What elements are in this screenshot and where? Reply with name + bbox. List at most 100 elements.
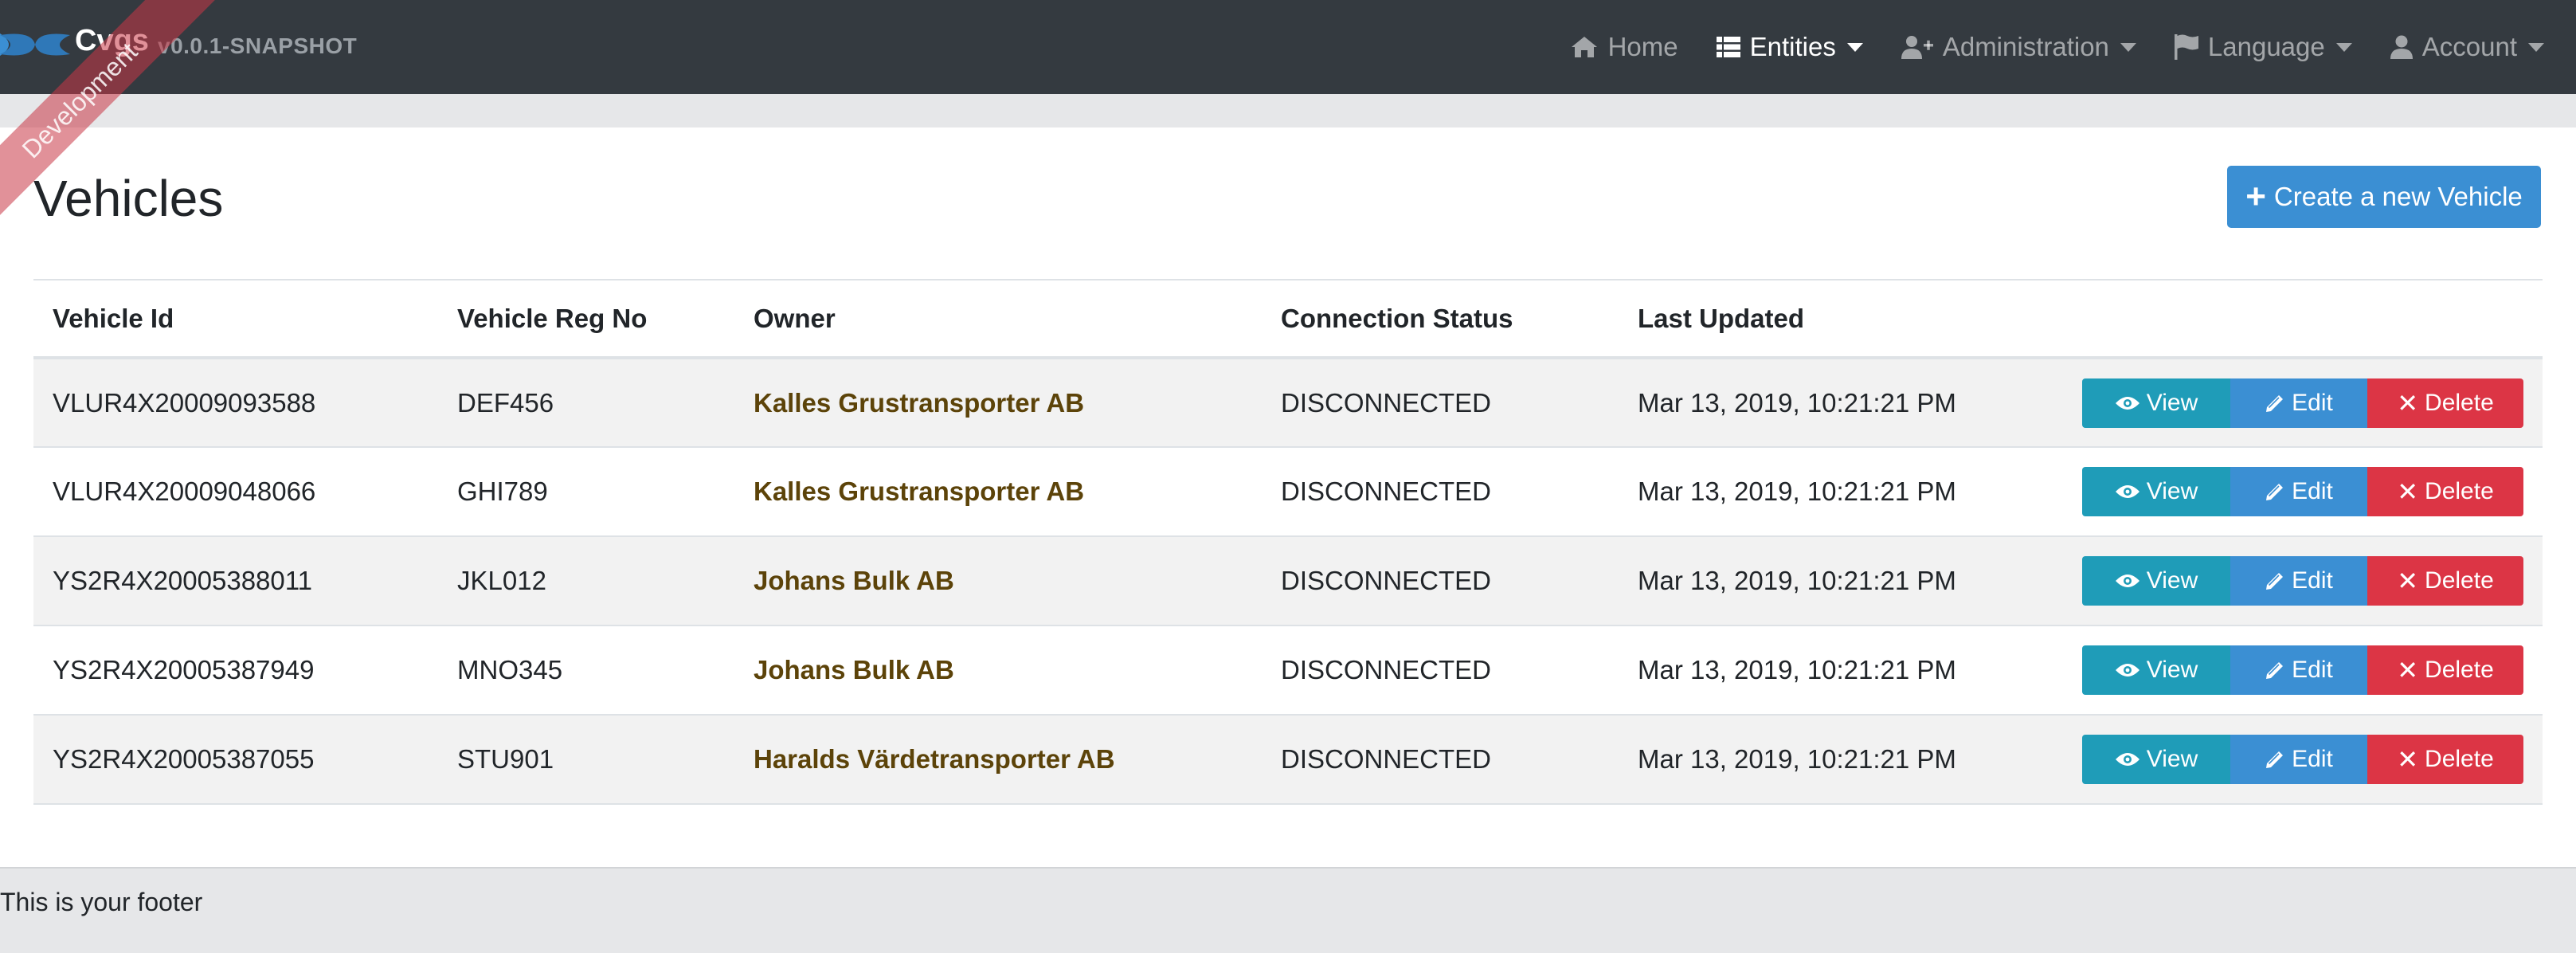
cell-owner-link[interactable]: Johans Bulk AB xyxy=(734,536,1262,626)
nav-home[interactable]: Home xyxy=(1551,0,1697,94)
cell-last-updated: Mar 13, 2019, 10:21:21 PM xyxy=(1638,744,1956,774)
delete-button[interactable]: ✕ Delete xyxy=(2367,645,2523,695)
pencil-icon xyxy=(2266,484,2284,500)
header-vehicle-id[interactable]: Vehicle Id xyxy=(33,280,438,358)
table-body: VLUR4X20009093588 DEF456 Kalles Grustran… xyxy=(33,358,2543,804)
chevron-down-icon xyxy=(2335,42,2352,52)
pencil-icon xyxy=(2266,394,2284,412)
create-vehicle-label: Create a new Vehicle xyxy=(2273,182,2523,211)
times-icon: ✕ xyxy=(2397,745,2419,774)
eye-icon xyxy=(2115,485,2139,498)
cell-reg-no: DEF456 xyxy=(457,387,554,418)
eye-icon xyxy=(2115,396,2139,410)
user-plus-icon xyxy=(1901,36,1933,59)
edit-label: Edit xyxy=(2292,389,2333,416)
flag-icon xyxy=(2174,34,2198,60)
cell-owner-link[interactable]: Johans Bulk AB xyxy=(734,626,1262,715)
user-icon xyxy=(2390,35,2413,59)
delete-label: Delete xyxy=(2425,567,2494,594)
pencil-icon xyxy=(2266,662,2284,679)
row-actions: View Edit ✕ Delete xyxy=(2082,735,2523,784)
nav-language[interactable]: Language xyxy=(2155,0,2371,94)
cell-owner-link[interactable]: Kalles Grustransporter AB xyxy=(734,358,1262,447)
cell-connection-status: DISCONNECTED xyxy=(1281,744,1492,774)
eye-icon xyxy=(2115,753,2139,766)
nav-account[interactable]: Account xyxy=(2371,0,2563,94)
pencil-icon xyxy=(2266,573,2284,590)
logo-icon[interactable] xyxy=(0,27,70,62)
eye-icon xyxy=(2115,664,2139,677)
view-button[interactable]: View xyxy=(2082,378,2230,428)
cell-actions: View Edit ✕ Delete xyxy=(2058,536,2543,626)
edit-button[interactable]: Edit xyxy=(2230,378,2367,428)
header-actions xyxy=(2058,280,2543,358)
home-icon xyxy=(1571,37,1597,57)
cell-vehicle-id: YS2R4X20005387055 xyxy=(53,744,315,774)
nav-administration-label: Administration xyxy=(1942,32,2109,61)
table-header-row: Vehicle Id Vehicle Reg No Owner Connecti… xyxy=(33,280,2543,358)
header-last-updated[interactable]: Last Updated xyxy=(1619,280,2058,358)
delete-button[interactable]: ✕ Delete xyxy=(2367,556,2523,606)
view-label: View xyxy=(2146,478,2198,504)
vehicles-table: Vehicle Id Vehicle Reg No Owner Connecti… xyxy=(33,279,2543,805)
cell-last-updated: Mar 13, 2019, 10:21:21 PM xyxy=(1638,387,1956,418)
nav-administration[interactable]: Administration xyxy=(1882,0,2155,94)
edit-button[interactable]: Edit xyxy=(2230,467,2367,516)
times-icon: ✕ xyxy=(2397,656,2419,684)
list-icon xyxy=(1716,37,1740,57)
delete-label: Delete xyxy=(2425,389,2494,416)
chevron-down-icon xyxy=(2120,42,2136,52)
view-label: View xyxy=(2146,389,2198,416)
cell-vehicle-id: VLUR4X20009093588 xyxy=(53,387,316,418)
delete-button[interactable]: ✕ Delete xyxy=(2367,735,2523,784)
table-row: YS2R4X20005388011 JKL012 Johans Bulk AB … xyxy=(33,536,2543,626)
header-connection-status[interactable]: Connection Status xyxy=(1262,280,1619,358)
row-actions: View Edit ✕ Delete xyxy=(2082,467,2523,516)
edit-button[interactable]: Edit xyxy=(2230,556,2367,606)
delete-button[interactable]: ✕ Delete xyxy=(2367,467,2523,516)
nav-account-label: Account xyxy=(2421,32,2517,61)
chevron-down-icon xyxy=(2528,42,2544,52)
cell-reg-no: MNO345 xyxy=(457,655,563,684)
table-row: YS2R4X20005387949 MNO345 Johans Bulk AB … xyxy=(33,626,2543,715)
view-button[interactable]: View xyxy=(2082,556,2230,606)
cell-connection-status: DISCONNECTED xyxy=(1281,387,1492,418)
cell-last-updated: Mar 13, 2019, 10:21:21 PM xyxy=(1638,566,1956,595)
edit-button[interactable]: Edit xyxy=(2230,645,2367,695)
create-vehicle-button[interactable]: + Create a new Vehicle xyxy=(2227,166,2541,228)
header-reg-no[interactable]: Vehicle Reg No xyxy=(438,280,734,358)
times-icon: ✕ xyxy=(2397,477,2419,506)
cell-reg-no: JKL012 xyxy=(457,566,546,595)
nav-entities[interactable]: Entities xyxy=(1697,0,1882,94)
delete-label: Delete xyxy=(2425,478,2494,504)
times-icon: ✕ xyxy=(2397,388,2419,418)
row-actions: View Edit ✕ Delete xyxy=(2082,378,2523,428)
view-button[interactable]: View xyxy=(2082,735,2230,784)
nav-home-label: Home xyxy=(1607,32,1678,61)
cell-vehicle-id: YS2R4X20005388011 xyxy=(53,566,313,595)
navbar: Cvgs v0.0.1-SNAPSHOT Home Entities Admin… xyxy=(0,0,2576,94)
delete-label: Delete xyxy=(2425,657,2494,683)
table-row: YS2R4X20005387055 STU901 Haralds Värdetr… xyxy=(33,715,2543,804)
view-label: View xyxy=(2146,657,2198,683)
cell-last-updated: Mar 13, 2019, 10:21:21 PM xyxy=(1638,655,1956,684)
row-actions: View Edit ✕ Delete xyxy=(2082,556,2523,606)
cell-connection-status: DISCONNECTED xyxy=(1281,476,1492,506)
cell-connection-status: DISCONNECTED xyxy=(1281,655,1492,684)
eye-icon xyxy=(2115,575,2139,587)
view-label: View xyxy=(2146,567,2198,594)
edit-button[interactable]: Edit xyxy=(2230,735,2367,784)
delete-button[interactable]: ✕ Delete xyxy=(2367,378,2523,428)
brand-title[interactable]: Cvgs xyxy=(75,24,149,58)
nav-language-label: Language xyxy=(2207,32,2325,61)
view-button[interactable]: View xyxy=(2082,645,2230,695)
header-owner[interactable]: Owner xyxy=(734,280,1262,358)
delete-label: Delete xyxy=(2425,746,2494,772)
cell-owner-link[interactable]: Kalles Grustransporter AB xyxy=(734,447,1262,536)
pencil-icon xyxy=(2266,751,2284,768)
cell-actions: View Edit ✕ Delete xyxy=(2058,358,2543,447)
nav-menu: Home Entities Administration Language Ac… xyxy=(1551,0,2563,94)
cell-owner-link[interactable]: Haralds Värdetransporter AB xyxy=(734,715,1262,804)
view-button[interactable]: View xyxy=(2082,467,2230,516)
footer-text: This is your footer xyxy=(0,888,203,916)
